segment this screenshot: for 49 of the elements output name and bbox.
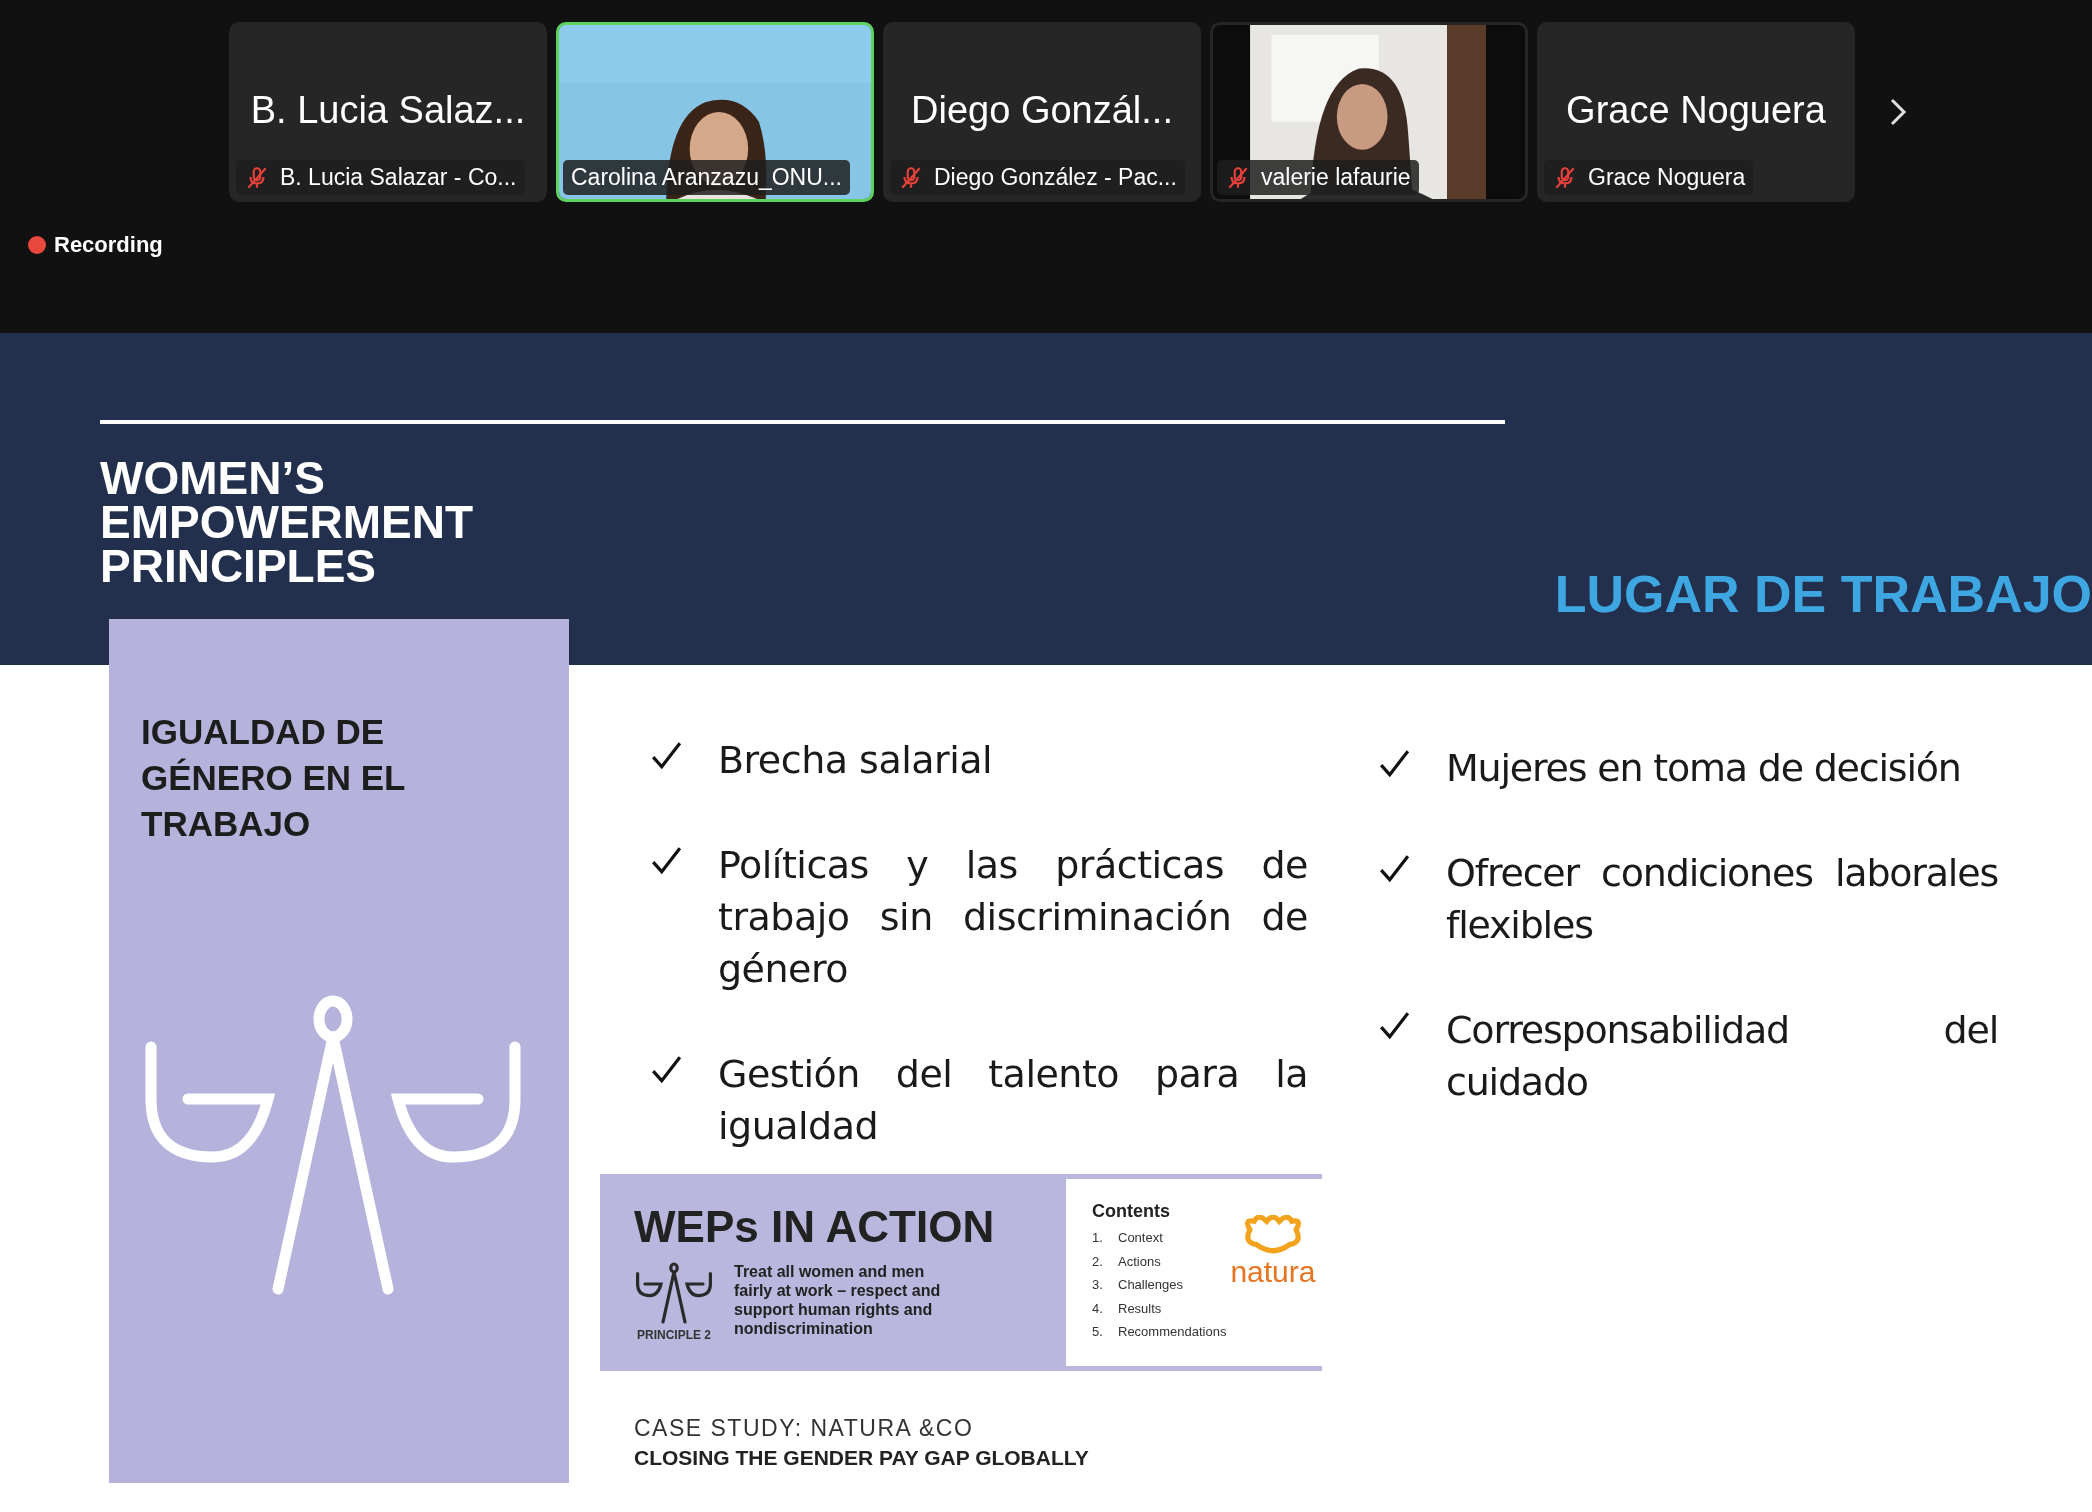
- principle-label: PRINCIPLE 2: [637, 1328, 711, 1342]
- contents-item: Challenges: [1118, 1276, 1184, 1294]
- bullet-text: Gestión del talento para la igualdad: [718, 1051, 1308, 1150]
- check-icon: [650, 1054, 682, 1086]
- bullet-text: Mujeres en toma de decisión: [1446, 745, 1962, 792]
- contents-item: Results: [1118, 1299, 1162, 1318]
- check-icon: [1378, 748, 1410, 780]
- contents-number: 4.: [1092, 1299, 1102, 1318]
- participant-name-label: Diego González - Pac...: [934, 164, 1177, 191]
- recording-label: Recording: [54, 232, 163, 258]
- participant-tile[interactable]: valerie lafaurie: [1210, 22, 1528, 202]
- slide-title: WOMEN’S EMPOWERMENT PRINCIPLES: [100, 456, 474, 594]
- section-heading: LUGAR DE TRABAJO: [1554, 564, 2092, 624]
- contents-number: 1.: [1092, 1229, 1102, 1247]
- check-icon: [1378, 1010, 1410, 1042]
- participant-name-label: Carolina Aranzazu_ONU...: [571, 164, 842, 191]
- participant-name-label: Grace Noguera: [1588, 164, 1746, 191]
- contents-item: Actions: [1118, 1252, 1161, 1271]
- brand-name: natura: [1230, 1257, 1316, 1287]
- check-icon: [650, 740, 682, 772]
- bullet-text: Brecha salarial: [718, 737, 994, 784]
- check-icon: [1378, 853, 1410, 885]
- contents-heading: Contents: [1092, 1201, 1171, 1222]
- principle-description: Treat all women and men fairly at work – respect and support human rights and nondiscrimination: [734, 1262, 942, 1339]
- contents-item: Context: [1118, 1229, 1163, 1247]
- bullet-text: Corresponsabilidad del cuidado: [1446, 1007, 1998, 1106]
- recording-dot-icon: [28, 236, 46, 254]
- contents-number: 3.: [1092, 1276, 1102, 1294]
- participant-name-label: valerie lafaurie: [1261, 164, 1411, 191]
- check-icon: [650, 845, 682, 877]
- participant-tile[interactable]: B. Lucia Salaz... B. Lucia Salazar - Co...: [229, 22, 547, 202]
- banner-title: WEPs IN ACTION: [634, 1202, 996, 1252]
- participant-tile[interactable]: Diego Gonzál... Diego González - Pac...: [883, 22, 1201, 202]
- participant-name: Grace Noguera: [1565, 89, 1827, 132]
- participant-name: Diego Gonzál...: [910, 89, 1174, 132]
- participant-tile[interactable]: Carolina Aranzazu_ONU...: [556, 22, 874, 202]
- participant-name: B. Lucia Salaz...: [249, 89, 527, 132]
- participant-name-label: B. Lucia Salazar - Co...: [280, 164, 517, 191]
- card-heading: IGUALDAD DE GÉNERO EN EL TRABAJO: [141, 711, 407, 845]
- scale-icon: [634, 1262, 714, 1324]
- contents-number: 5.: [1092, 1323, 1102, 1341]
- contents-item: Recommendations: [1118, 1323, 1227, 1341]
- contents-number: 2.: [1092, 1252, 1102, 1271]
- case-study-label: CASE STUDY: NATURA &CO: [634, 1415, 975, 1442]
- case-study-title: CLOSING THE GENDER PAY GAP GLOBALLY: [634, 1446, 1090, 1470]
- bullet-text: Políticas y las prácticas de trabajo sin discriminación de género: [718, 842, 1308, 993]
- chevron-right-icon[interactable]: [1888, 97, 1908, 127]
- bullet-text: Ofrecer condiciones laborales flexibles: [1446, 850, 1998, 949]
- participant-tile[interactable]: Grace Noguera Grace Noguera: [1537, 22, 1855, 202]
